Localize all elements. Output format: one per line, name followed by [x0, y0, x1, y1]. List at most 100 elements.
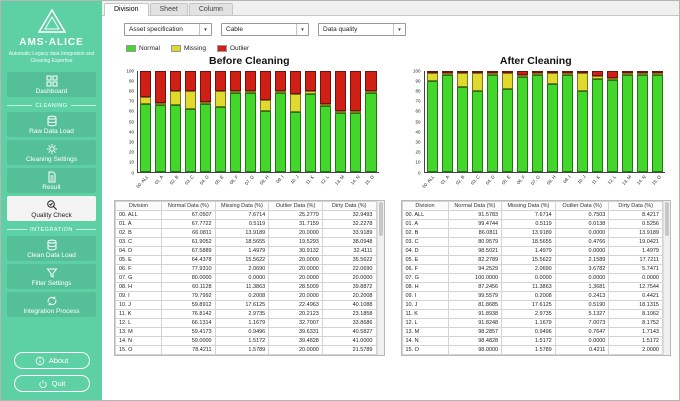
column-header[interactable]: Outlier Data (%) [554, 201, 610, 211]
y-tick-label: 30 [415, 139, 421, 145]
table-row[interactable]: 01. A 99.4744 0.5119 0.0138 0.5256 [401, 219, 663, 229]
column-header[interactable]: Missing Data (%) [501, 201, 556, 211]
value-cell: 91.5783 [447, 210, 503, 220]
column-header[interactable]: Normal Data (%) [447, 201, 503, 211]
value-cell: 100.0000 [447, 273, 503, 283]
value-cell: 8.4217 [608, 210, 663, 220]
table-row[interactable]: 09. I 99.5579 0.2008 0.2413 0.4421 [401, 291, 663, 301]
division-cell: 09. I [401, 291, 449, 301]
value-cell: 59.0000 [161, 336, 216, 346]
column-header[interactable]: Missing Data (%) [214, 201, 270, 211]
sidebar-item-dashboard[interactable]: Dashboard [7, 71, 96, 97]
sidebar-item-raw-data-load[interactable]: Raw Data Load [7, 111, 96, 137]
asset-type-select[interactable]: Cable ▼ [221, 23, 309, 36]
division-cell: 12. L [401, 318, 449, 328]
sidebar-item-result[interactable]: Result [7, 167, 96, 193]
value-cell: 98.0000 [447, 345, 503, 355]
value-cell: 5.1327 [554, 309, 610, 319]
division-cell: 14. N [401, 336, 449, 346]
table-row[interactable]: 02. B 66.0811 13.9189 20.0000 33.9189 [115, 228, 377, 238]
value-cell: 2.9735 [501, 309, 556, 319]
table-row[interactable]: 00. ALL 91.5783 7.6714 0.7503 8.4217 [401, 210, 663, 220]
table-row[interactable]: 15. O 78.4211 1.5789 20.0000 21.5789 [115, 345, 377, 355]
table-row[interactable]: 00. ALL 67.0507 7.6714 25.2779 32.9493 [115, 210, 377, 220]
table-row[interactable]: 03. C 61.9052 18.5655 19.5293 38.0948 [115, 237, 377, 247]
table-row[interactable]: 15. O 98.0000 1.5789 0.4211 2.0000 [401, 345, 663, 355]
table-row[interactable]: 13. M 59.4173 0.9496 39.6331 40.5827 [115, 327, 377, 337]
table-row[interactable]: 08. H 87.2456 11.3863 1.3681 12.7544 [401, 282, 663, 292]
x-axis: 00. ALL 01. A 02. B 03. C 04. D 05. E 06. F 07.… [135, 173, 379, 195]
value-cell: 67.5889 [161, 246, 216, 256]
sidebar-item-integration-process[interactable]: Integration Process [7, 291, 96, 317]
normal-segment [561, 75, 573, 172]
table-row[interactable]: 04. D 67.5889 1.4979 30.9132 32.4111 [115, 246, 377, 256]
table-row[interactable]: 11. K 91.8938 2.9735 5.1327 8.1062 [401, 309, 663, 319]
value-cell: 7.6714 [214, 210, 270, 220]
table-row[interactable]: 10. J 59.8912 17.6125 22.4963 40.1088 [115, 300, 377, 310]
sidebar-item-quality-check[interactable]: Quality Check [7, 195, 96, 221]
table-row[interactable]: 09. I 79.7992 0.2008 20.0000 20.2008 [115, 291, 377, 301]
table-row[interactable]: 14. N 98.4828 1.5172 0.0000 1.5172 [401, 336, 663, 346]
value-cell: 80.0000 [161, 273, 216, 283]
division-cell: 00. ALL [401, 210, 449, 220]
table-row[interactable]: 01. A 67.7722 0.5119 31.7159 32.2278 [115, 219, 377, 229]
table-row[interactable]: 12. L 91.8248 1.1679 7.0073 8.1752 [401, 318, 663, 328]
table-row[interactable]: 10. J 81.8685 17.6125 0.5190 18.1315 [401, 300, 663, 310]
value-cell: 86.0811 [447, 228, 503, 238]
normal-segment [486, 75, 498, 172]
column-header[interactable]: Dirty Data (%) [321, 201, 377, 211]
column-header[interactable]: Normal Data (%) [161, 201, 216, 211]
sidebar-item-clean-data-load[interactable]: Clean Data Load [7, 235, 96, 261]
sidebar-item-cleaning-settings[interactable]: Cleaning Settings [7, 139, 96, 165]
value-cell: 99.5579 [447, 291, 503, 301]
column-header[interactable]: Dirty Data (%) [608, 201, 663, 211]
sidebar-item-filter-settings[interactable]: Filter Settings [7, 263, 96, 289]
column-header[interactable]: Division [401, 201, 449, 211]
value-cell: 91.8938 [447, 309, 503, 319]
value-cell: 19.0421 [608, 237, 663, 247]
table-row[interactable]: 05. E 64.4378 15.5622 20.0000 35.5622 [115, 255, 377, 265]
tab-column[interactable]: Column [188, 3, 233, 15]
normal-segment [230, 93, 242, 172]
table-row[interactable]: 03. C 80.9579 18.5655 0.4766 19.0421 [401, 237, 663, 247]
table-row[interactable]: 12. L 66.1314 1.1679 32.7007 33.8686 [115, 318, 377, 328]
table-row[interactable]: 07. G 80.0000 0.0000 20.0000 20.0000 [115, 273, 377, 283]
outlier-segment [606, 71, 618, 79]
table-row[interactable]: 05. E 82.2789 15.5622 2.1589 17.7211 [401, 255, 663, 265]
y-tick-label: 0 [131, 169, 134, 175]
table-row[interactable]: 06. F 77.9310 2.0690 20.0000 22.0690 [115, 264, 377, 274]
table-row[interactable]: 11. K 76.8142 2.9735 20.2123 23.1858 [115, 309, 377, 319]
division-cell: 04. D [401, 246, 449, 256]
before-cleaning-table: Division Normal Data (%) Missing Data (%) O… [114, 200, 385, 356]
table-row[interactable]: 07. G 100.0000 0.0000 0.0000 0.0000 [401, 273, 663, 283]
scrollbar-thumb[interactable] [665, 202, 669, 236]
column-header[interactable]: Outlier Data (%) [268, 201, 323, 211]
tab-division[interactable]: Division [104, 3, 149, 16]
value-cell: 39.8872 [321, 282, 377, 292]
value-cell: 0.4766 [554, 237, 610, 247]
value-cell: 2.1589 [554, 255, 610, 265]
value-cell: 1.5172 [608, 336, 663, 346]
table-row[interactable]: 02. B 86.0811 13.9189 0.0000 13.9189 [401, 228, 663, 238]
table-scrollbar[interactable] [663, 201, 670, 355]
table-row[interactable]: 04. D 98.5021 1.4979 0.0000 1.4979 [401, 246, 663, 256]
table-row[interactable]: 06. F 94.2529 2.0690 3.6782 5.7471 [401, 264, 663, 274]
table-row[interactable]: 13. M 98.2857 0.9496 0.7647 1.7143 [401, 327, 663, 337]
x-tick-label: 04. D [484, 174, 496, 186]
quit-button[interactable]: Quit [13, 375, 90, 392]
column-header[interactable]: Division [115, 201, 162, 211]
table-row[interactable]: 14. N 59.0000 1.5172 39.4828 41.0000 [115, 336, 377, 346]
table-row[interactable]: 08. H 60.1128 11.3863 28.5009 39.8872 [115, 282, 377, 292]
about-button[interactable]: About [13, 352, 90, 369]
value-cell: 13.9189 [214, 228, 270, 238]
data-quality-select[interactable]: Data quality ▼ [318, 23, 406, 36]
normal-segment [365, 93, 377, 172]
y-tick-label: 40 [128, 128, 134, 134]
tab-sheet[interactable]: Sheet [149, 3, 188, 15]
table-scrollbar[interactable] [376, 201, 384, 355]
outlier-segment [170, 71, 182, 92]
scrollbar-thumb[interactable] [378, 202, 383, 236]
value-cell: 0.5190 [554, 300, 610, 310]
asset-specification-select[interactable]: Asset specification ▼ [124, 23, 212, 36]
before-cleaning-chart: 0 10 20 30 40 50 60 70 80 90 100 00. ALL 01. A 02. B… [124, 68, 381, 195]
